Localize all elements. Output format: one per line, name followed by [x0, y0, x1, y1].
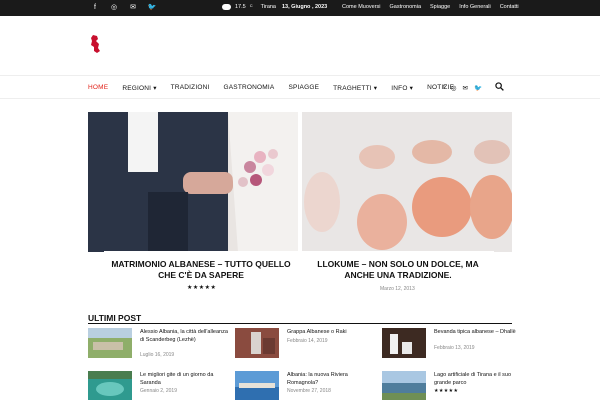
nav-item-traghetti[interactable]: TRAGHETTI ▾	[333, 84, 377, 92]
nav-item-home[interactable]: HOME	[88, 84, 108, 92]
toplink-info-generali[interactable]: Info Generali	[459, 4, 491, 10]
instagram-icon[interactable]: ◎	[109, 3, 119, 13]
post-thumbnail[interactable]	[235, 371, 279, 400]
list-item[interactable]: Bevanda tipica albanese – Dhallë Febbrai…	[382, 328, 522, 362]
nav-item-info[interactable]: INFO ▾	[391, 84, 413, 92]
post-thumbnail[interactable]	[382, 328, 426, 358]
main-nav: HOME REGIONI ▾ TRADIZIONI GASTRONOMIA SP…	[0, 75, 600, 99]
post-title[interactable]: Bevanda tipica albanese – Dhallë	[434, 329, 522, 337]
nav-item-regioni[interactable]: REGIONI ▾	[122, 84, 156, 92]
facebook-icon[interactable]: f	[443, 84, 445, 92]
facebook-icon[interactable]: f	[90, 3, 100, 13]
toplink-spiagge[interactable]: Spiagge	[430, 4, 450, 10]
mail-icon[interactable]: ✉	[462, 84, 467, 92]
featured-title-llokume[interactable]: LLOKUME – NON SOLO UN DOLCE, MA ANCHE UN…	[302, 251, 494, 281]
post-date: Novembre 27, 2018	[287, 388, 331, 394]
post-rating: ★★★★★	[434, 388, 459, 394]
post-thumbnail[interactable]	[88, 328, 132, 358]
post-thumbnail[interactable]	[382, 371, 426, 400]
instagram-icon[interactable]: ◎	[451, 84, 457, 92]
site-logo[interactable]	[88, 34, 102, 54]
post-title[interactable]: Lago artificiale di Tirana e il suo gran…	[434, 372, 522, 387]
list-item[interactable]: Alessio Albania, la città dell'alleanza …	[88, 328, 228, 362]
post-date: Febbraio 14, 2019	[287, 338, 328, 344]
chevron-down-icon: ▾	[153, 85, 157, 92]
chevron-down-icon: ▾	[409, 85, 414, 92]
list-item[interactable]: Albania: la nuova Riviera Romagnola? Nov…	[235, 371, 375, 400]
nav-item-gastronomia[interactable]: GASTRONOMIA	[224, 84, 275, 92]
featured-date: Marzo 12, 2013	[380, 286, 415, 292]
twitter-icon[interactable]: 🐦	[147, 3, 157, 13]
top-links: Come Muoversi Gastronomia Spiagge Info G…	[342, 4, 519, 10]
featured-image-llokume[interactable]	[302, 112, 512, 252]
top-bar: f ◎ ✉ 🐦 17.5 C Tirana 13, Giugno , 2023 …	[0, 0, 600, 16]
mail-icon[interactable]: ✉	[128, 3, 138, 13]
toplink-come-muoversi[interactable]: Come Muoversi	[342, 4, 381, 10]
weather-unit: C	[249, 2, 253, 8]
top-date: 13, Giugno , 2023	[282, 4, 328, 10]
post-title[interactable]: Grappa Albanese o Raki	[287, 329, 375, 337]
top-social-icons: f ◎ ✉ 🐦	[90, 3, 157, 13]
post-thumbnail[interactable]	[88, 371, 132, 400]
section-title: ULTIMI POST	[88, 313, 142, 323]
featured-title-wedding[interactable]: MATRIMONIO ALBANESE – TUTTO QUELLO CHE C…	[104, 251, 298, 281]
post-date: Luglio 16, 2019	[140, 352, 175, 358]
weather-widget: 17.5 C Tirana	[222, 2, 276, 10]
search-icon[interactable]	[495, 82, 504, 91]
post-date: Febbraio 13, 2019	[434, 345, 475, 351]
post-date: Gennaio 2, 2019	[140, 388, 177, 394]
post-title[interactable]: Alessio Albania, la città dell'alleanza …	[140, 329, 228, 344]
weather-city: Tirana	[260, 4, 276, 10]
list-item[interactable]: Lago artificiale di Tirana e il suo gran…	[382, 371, 522, 400]
list-item[interactable]: Grappa Albanese o Raki Febbraio 14, 2019	[235, 328, 375, 362]
post-title[interactable]: Albania: la nuova Riviera Romagnola?	[287, 372, 375, 387]
nav-item-spiagge[interactable]: SPIAGGE	[288, 84, 319, 92]
toplink-contatti[interactable]: Contatti	[500, 4, 519, 10]
section-divider	[88, 323, 512, 324]
toplink-gastronomia[interactable]: Gastronomia	[390, 4, 422, 10]
post-title[interactable]: Le migliori gite di un giorno da Saranda	[140, 372, 228, 387]
nav-item-tradizioni[interactable]: TRADIZIONI	[171, 84, 210, 92]
list-item[interactable]: Le migliori gite di un giorno da Saranda…	[88, 371, 228, 400]
weather-temp: 17.5	[235, 4, 246, 10]
cloud-icon	[222, 4, 231, 10]
twitter-icon[interactable]: 🐦	[474, 84, 482, 92]
post-thumbnail[interactable]	[235, 328, 279, 358]
chevron-down-icon: ▾	[373, 85, 378, 92]
featured-rating: ★★★★★	[187, 285, 217, 291]
featured-image-wedding[interactable]	[88, 112, 298, 252]
nav-social-icons: f ◎ ✉ 🐦	[443, 84, 482, 92]
